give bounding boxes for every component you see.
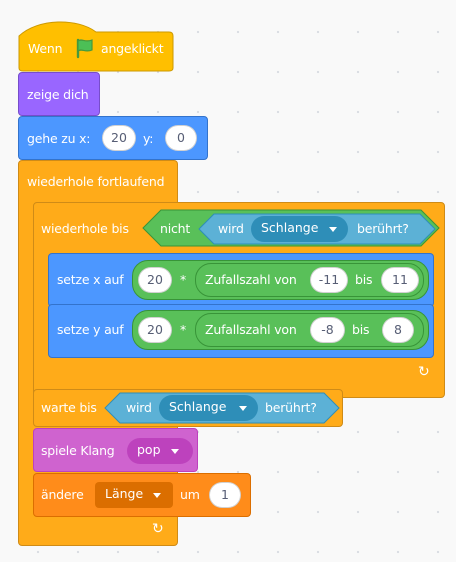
random-to-input-x[interactable]: 11 xyxy=(381,267,419,293)
chevron-down-icon xyxy=(329,227,337,232)
sound-name: pop xyxy=(137,442,161,457)
set-y-op: * xyxy=(180,322,187,337)
chevron-down-icon xyxy=(153,493,161,498)
forever-loop-arrow-icon: ↻ xyxy=(152,521,164,537)
touching-target-2: Schlange xyxy=(169,399,227,414)
forever-label: wiederhole fortlaufend xyxy=(27,174,165,189)
random-bis-y: bis xyxy=(352,322,370,337)
not-label: nicht xyxy=(160,221,191,236)
change-by-label: um xyxy=(180,487,200,502)
chevron-down-icon xyxy=(239,406,247,411)
chevron-down-icon xyxy=(171,449,179,454)
random-from-input-y[interactable]: -8 xyxy=(310,317,345,343)
repeat-loop-arrow-icon: ↻ xyxy=(418,364,430,380)
random-to-input-y[interactable]: 8 xyxy=(382,317,414,343)
touching-target-dropdown-1[interactable]: Schlange xyxy=(251,216,348,242)
random-label-y: Zufallszahl von xyxy=(205,322,297,337)
show-label: zeige dich xyxy=(27,87,89,102)
goto-label: gehe zu x: xyxy=(27,131,91,146)
random-bis-x: bis xyxy=(355,272,373,287)
change-value-input[interactable]: 1 xyxy=(209,482,241,508)
set-y-left-input[interactable]: 20 xyxy=(138,317,172,343)
sound-dropdown[interactable]: pop xyxy=(127,438,193,464)
goto-y-label: y: xyxy=(143,131,154,146)
wait-until-label: warte bis xyxy=(41,400,97,415)
set-y-label: setze y auf xyxy=(57,322,124,337)
change-label: ändere xyxy=(41,487,84,502)
variable-dropdown[interactable]: Länge xyxy=(95,482,173,508)
random-from-input-x[interactable]: -11 xyxy=(310,267,348,293)
code-area[interactable]: wiederhole fortlaufend ↻ wiederhole bis … xyxy=(0,0,456,562)
set-x-left-input[interactable]: 20 xyxy=(138,267,172,293)
goto-y-input[interactable]: 0 xyxy=(165,125,197,151)
hat-label-after: angeklickt xyxy=(101,41,164,56)
variable-name: Länge xyxy=(105,486,144,501)
random-label-x: Zufallszahl von xyxy=(205,272,297,287)
touching-target-dropdown-2[interactable]: Schlange xyxy=(159,395,258,421)
set-x-op: * xyxy=(180,272,187,287)
touching-suffix-2: berührt? xyxy=(265,400,317,415)
repeat-until-label: wiederhole bis xyxy=(41,221,129,236)
green-flag-icon xyxy=(76,38,93,59)
touching-label-1: wird xyxy=(218,221,244,236)
touching-target-1: Schlange xyxy=(261,220,319,235)
touching-suffix-1: berührt? xyxy=(357,221,409,236)
play-sound-label: spiele Klang xyxy=(41,443,115,458)
set-x-label: setze x auf xyxy=(57,272,124,287)
goto-x-input[interactable]: 20 xyxy=(102,125,136,151)
hat-label-before: Wenn xyxy=(28,41,63,56)
touching-label-2: wird xyxy=(126,400,152,415)
